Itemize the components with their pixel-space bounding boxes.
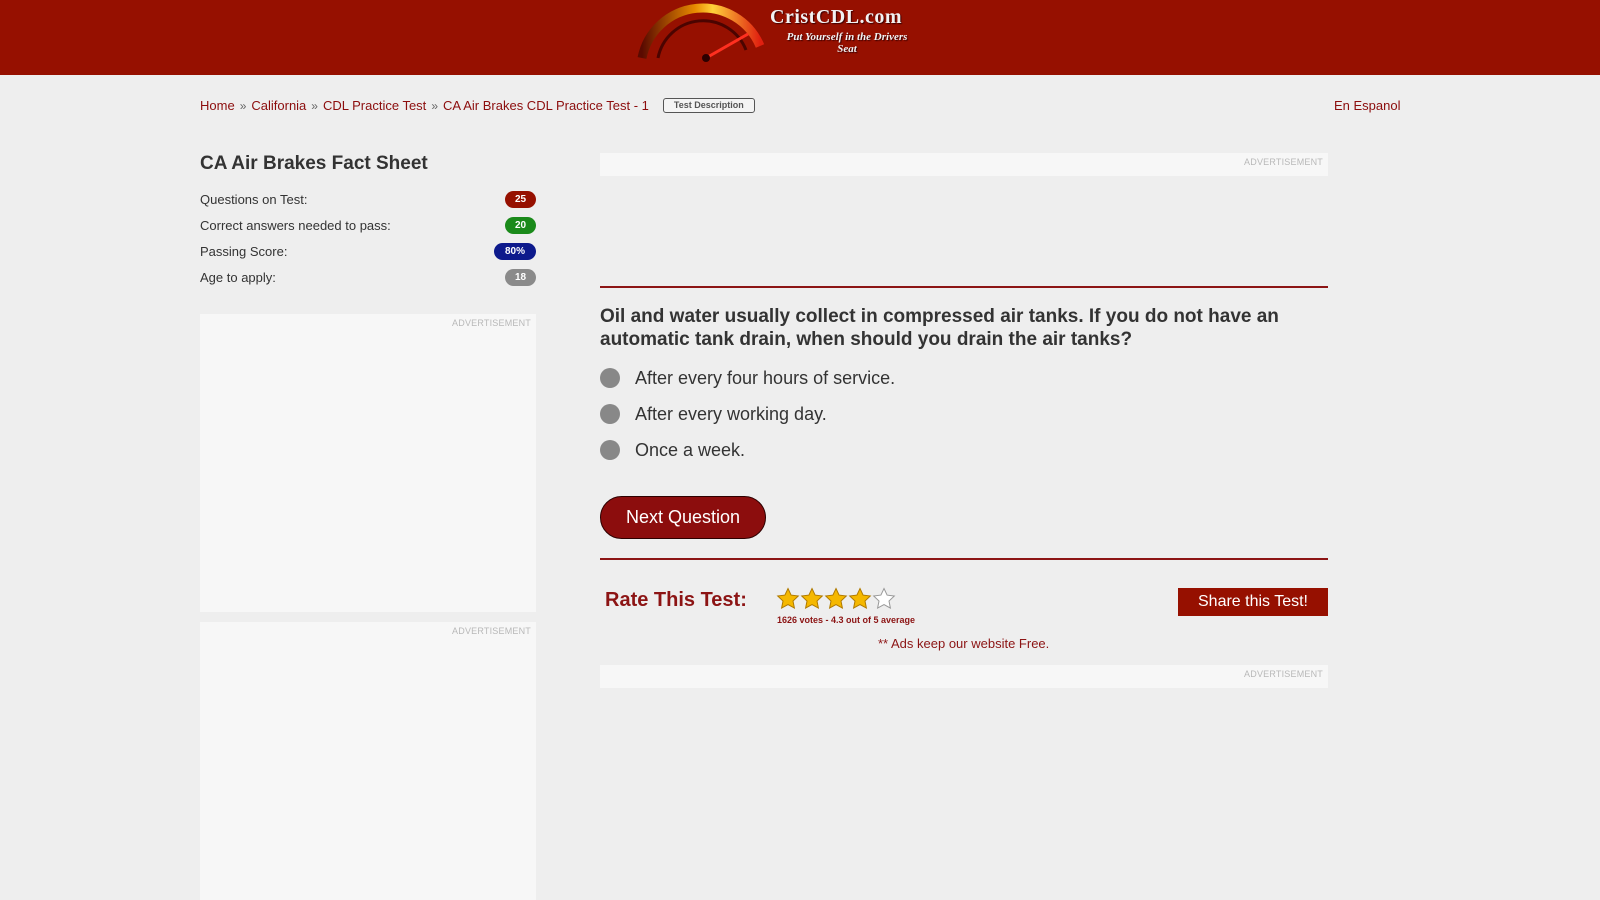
star-filled-icon[interactable]	[800, 587, 824, 611]
test-description-button[interactable]: Test Description	[662, 98, 755, 113]
question-text: Oil and water usually collect in compres…	[600, 306, 1279, 350]
fact-label: Age to apply:	[200, 269, 276, 285]
answer-option[interactable]: After every four hours of service.	[600, 366, 895, 390]
ad-label: ADVERTISEMENT	[452, 626, 531, 636]
votes-summary: 1626 votes - 4.3 out of 5 average	[777, 615, 916, 625]
breadcrumb-separator: »	[311, 98, 318, 113]
star-filled-icon[interactable]	[824, 587, 848, 611]
radio-button-icon[interactable]	[600, 404, 620, 424]
sidebar-ad-2[interactable]: ADVERTISEMENT	[200, 622, 536, 900]
fact-row-age: Age to apply: 18	[200, 266, 536, 288]
answer-label[interactable]: Once a week.	[635, 440, 745, 461]
top-banner-ad[interactable]: ADVERTISEMENT	[600, 153, 1328, 176]
ads-note: ** Ads keep our website Free.	[878, 636, 1050, 651]
radio-button-icon[interactable]	[600, 368, 620, 388]
question-divider-top	[600, 286, 1328, 288]
logo-tagline: Put Yourself in the Drivers Seat	[786, 31, 908, 55]
star-filled-icon[interactable]	[776, 587, 800, 611]
radio-button-icon[interactable]	[600, 440, 620, 460]
ad-label: ADVERTISEMENT	[1244, 669, 1323, 679]
breadcrumb-california[interactable]: California	[251, 98, 306, 113]
fact-label: Passing Score:	[200, 243, 288, 259]
questions-count-badge: 25	[505, 190, 536, 208]
breadcrumb-current-test[interactable]: CA Air Brakes CDL Practice Test - 1	[443, 98, 649, 113]
site-logo[interactable]: CristCDL.com Put Yourself in the Drivers…	[636, 0, 946, 70]
breadcrumb-separator: »	[239, 98, 247, 113]
correct-needed-badge: 20	[505, 216, 536, 234]
breadcrumb: Home » California » CDL Practice Test » …	[200, 98, 755, 113]
next-question-button[interactable]: Next Question	[600, 496, 766, 539]
fact-label: Correct answers needed to pass:	[200, 217, 391, 233]
breadcrumb-home[interactable]: Home	[200, 98, 235, 113]
star-empty-icon[interactable]	[872, 587, 896, 611]
fact-label: Questions on Test:	[200, 191, 308, 207]
passing-score-badge: 80%	[494, 242, 536, 260]
sidebar-ad-1[interactable]: ADVERTISEMENT	[200, 314, 536, 612]
ad-label: ADVERTISEMENT	[452, 318, 531, 328]
star-filled-icon[interactable]	[848, 587, 872, 611]
answer-option[interactable]: Once a week.	[600, 438, 745, 462]
answer-label[interactable]: After every working day.	[635, 404, 827, 425]
site-header: CristCDL.com Put Yourself in the Drivers…	[0, 0, 1600, 75]
spanish-language-link[interactable]: En Espanol	[1334, 98, 1401, 113]
question-divider-bottom	[600, 558, 1328, 560]
answer-label[interactable]: After every four hours of service.	[635, 368, 895, 389]
fact-sheet-title: CA Air Brakes Fact Sheet	[200, 153, 428, 174]
breadcrumb-cdl-practice-test[interactable]: CDL Practice Test	[323, 98, 426, 113]
star-rating[interactable]	[776, 587, 896, 611]
fact-row-passing-score: Passing Score: 80%	[200, 240, 536, 262]
breadcrumb-separator: »	[431, 98, 438, 113]
rate-test-label: Rate This Test:	[605, 589, 747, 611]
ad-label: ADVERTISEMENT	[1244, 157, 1323, 167]
answer-option[interactable]: After every working day.	[600, 402, 827, 426]
logo-title: CristCDL.com	[770, 6, 903, 28]
share-test-button[interactable]: Share this Test!	[1178, 588, 1328, 616]
fact-row-questions: Questions on Test: 25	[200, 188, 536, 210]
speedometer-logo-icon	[637, 3, 765, 62]
fact-row-correct-needed: Correct answers needed to pass: 20	[200, 214, 536, 236]
bottom-banner-ad[interactable]: ADVERTISEMENT	[600, 665, 1328, 688]
age-badge: 18	[505, 268, 536, 286]
